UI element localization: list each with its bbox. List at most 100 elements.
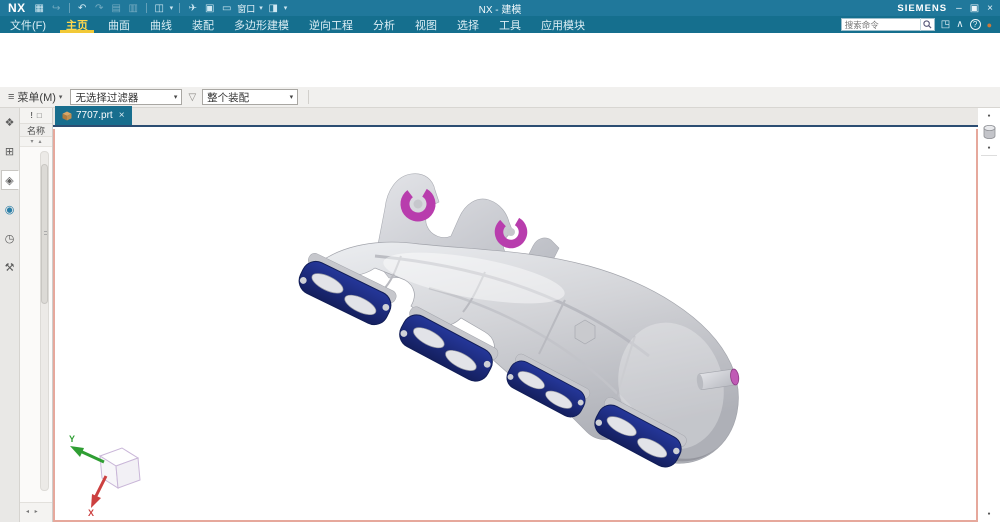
ring-hole [414,200,423,209]
window-menu-button[interactable]: 窗口 [237,2,255,15]
resource-bar: ❖ ⊞ ◈ ◉ ◷ ⚒ [0,108,20,522]
assembly-navigator-icon[interactable]: ⊞ [1,141,19,161]
selection-filter-dropdown[interactable]: 无选择过滤器 ▾ [70,89,182,105]
filter-funnel-icon[interactable]: ▽ [188,92,196,103]
part-palette-icon[interactable] [981,124,998,141]
dock-dot-icon[interactable]: ● [987,510,990,518]
undo-icon[interactable]: ↶ [76,3,89,14]
vertical-scrollbar[interactable] [40,151,49,491]
sort-row: ▾ ▴ [20,137,52,147]
menu-label: 菜单(M) [17,89,56,105]
svg-text:Y: Y [69,434,75,444]
chevron-down-icon[interactable]: ▾ [259,4,263,12]
quick-access-toolbar: ▦ ↪ ↶ ↷ ▤ ▥ ◫ ▾ ✈ ▣ ▭ 窗口 ▾ ◨ ▾ [33,2,288,15]
web-browser-icon[interactable]: ◉ [1,199,19,219]
minimize-button[interactable]: – [956,3,962,14]
scroll-arrows-icon[interactable]: ◂ ▸ [20,508,40,515]
command-search [841,18,935,31]
undock-icon[interactable]: □ [37,111,42,120]
tab-assemblies[interactable]: 装配 [182,16,224,33]
close-button[interactable]: × [987,3,993,14]
part-navigator-icon[interactable]: ◈ [1,170,19,190]
wcs-triad[interactable]: Y X [60,426,150,516]
divider [981,155,997,156]
copy-icon: ▤ [110,3,123,14]
graphics-viewport[interactable]: Y X [53,129,978,522]
dock-dot-icon[interactable]: ● [987,144,990,152]
history-icon[interactable]: ◷ [1,228,19,248]
tab-home[interactable]: 主页 [56,16,98,33]
triad-cube [100,448,140,488]
search-input[interactable] [842,19,920,30]
document-tab-strip: 7707.prt × [53,108,978,127]
svg-text:X: X [88,508,94,516]
sort-down-icon[interactable]: ▾ [30,138,33,145]
close-tab-icon[interactable]: × [119,110,125,121]
save-icon[interactable]: ▦ [33,3,46,14]
document-tab-7707[interactable]: 7707.prt × [55,106,132,125]
navigator-tree-area[interactable] [20,147,52,502]
right-dock-strip: ● ● ● [978,108,1000,522]
ring-hole [507,228,515,236]
ribbon-tab-bar: 文件(F) 主页 曲面 曲线 装配 多边形建模 逆向工程 分析 视图 选择 工具… [0,16,1000,33]
new-window-icon[interactable]: ▭ [220,3,233,14]
tab-file[interactable]: 文件(F) [0,16,56,33]
hamburger-icon: ≡ [8,91,14,103]
tab-tools[interactable]: 工具 [489,16,531,33]
tab-selection[interactable]: 选择 [447,16,489,33]
tab-analysis[interactable]: 分析 [363,16,405,33]
cascade-windows-icon[interactable]: ▣ [203,3,216,14]
nx-logo: NX [8,1,26,15]
window-controls: – ▣ × [956,3,993,14]
divider [69,3,70,13]
send-icon[interactable]: ✈ [186,3,199,14]
assembly-constraints-icon[interactable]: ❖ [1,112,19,132]
help-icon[interactable]: ? [970,19,981,30]
title-bar-right: SIEMENS – ▣ × [897,3,1000,14]
pin-icon[interactable]: ! [30,111,33,120]
column-header-name: 名称 [20,123,52,137]
fullscreen-icon[interactable]: ◳ [941,19,950,30]
nx-application-window: NX ▦ ↪ ↶ ↷ ▤ ▥ ◫ ▾ ✈ ▣ ▭ 窗口 ▾ ◨ ▾ NX - 建… [0,0,1000,522]
divider [146,3,147,13]
title-bar: NX ▦ ↪ ↶ ↷ ▤ ▥ ◫ ▾ ✈ ▣ ▭ 窗口 ▾ ◨ ▾ NX - 建… [0,0,1000,16]
record-icon[interactable]: ● [987,20,992,30]
roles-icon[interactable]: ⚒ [1,257,19,277]
ribbon-content-collapsed [0,33,1000,87]
sort-up-icon[interactable]: ▴ [39,138,42,145]
tab-polygon-modeling[interactable]: 多边形建模 [224,16,299,33]
screenshot-icon[interactable]: ◫ [153,3,166,14]
chevron-down-icon: ▾ [290,93,294,101]
x-axis-arrow: X [88,476,106,516]
scrollbar-grip [44,231,47,235]
minimize-ribbon-icon[interactable]: ∧ [956,19,963,30]
manifold-3d-model [279,160,759,480]
work-area: 7707.prt × [53,108,1000,522]
divider [308,90,309,104]
part-file-icon [62,111,72,121]
tab-surface[interactable]: 曲面 [98,16,140,33]
paste-icon: ▥ [127,3,140,14]
chevron-down-icon: ▾ [59,93,63,101]
tab-view[interactable]: 视图 [405,16,447,33]
restore-button[interactable]: ▣ [970,3,979,14]
touch-mode-icon[interactable]: ◨ [267,3,280,14]
dock-dot-icon[interactable]: ● [987,112,990,120]
search-icon[interactable] [920,18,934,31]
selection-scope-dropdown[interactable]: 整个装配 ▾ [202,89,298,105]
y-axis-arrow: Y [69,434,104,462]
part-navigator-panel: ! □ 名称 ▾ ▴ ◂ ▸ [20,108,53,522]
tab-application[interactable]: 应用模块 [531,16,595,33]
ribbon-utility-area: ◳ ∧ ? ● [841,16,1000,33]
chevron-down-icon: ▾ [174,93,178,101]
redo-icon: ↷ [93,3,106,14]
menu-button[interactable]: ≡ 菜单(M) ▾ [4,89,66,105]
scrollbar-thumb[interactable] [41,164,48,304]
tab-reverse-engineering[interactable]: 逆向工程 [299,16,363,33]
chevron-down-icon[interactable]: ▾ [284,4,288,12]
divider [179,3,180,13]
selection-scope-value: 整个装配 [207,90,249,105]
tab-curve[interactable]: 曲线 [140,16,182,33]
chevron-down-icon[interactable]: ▾ [170,4,174,12]
horizontal-scrollbar-row: ◂ ▸ [20,502,52,520]
